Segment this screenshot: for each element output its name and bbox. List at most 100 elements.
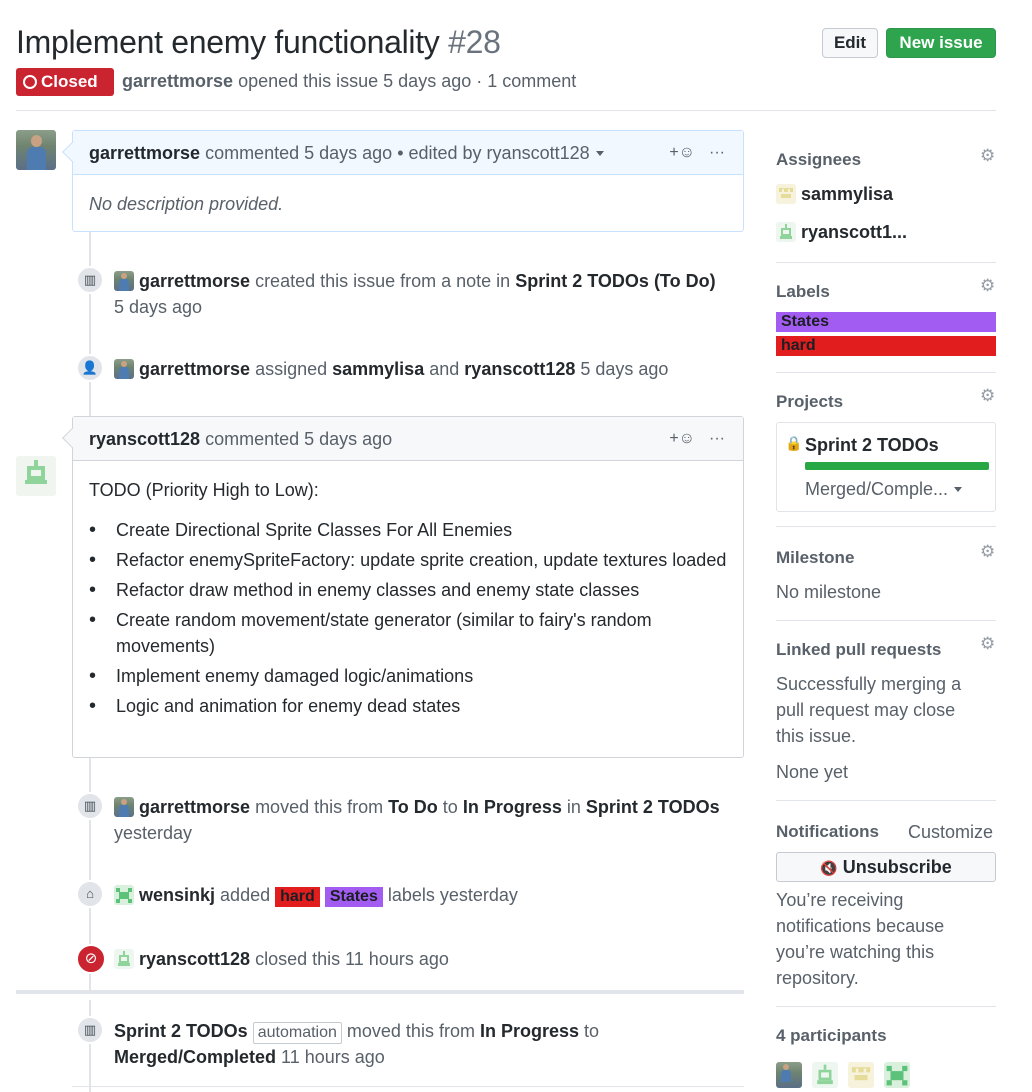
event-time[interactable]: 5 days ago bbox=[580, 359, 668, 379]
notifications-heading: Notifications bbox=[776, 822, 879, 841]
unsubscribe-button[interactable]: 🔇 Unsubscribe bbox=[776, 852, 996, 882]
participants-avatars bbox=[776, 1062, 915, 1089]
project-card[interactable]: 🔒 Sprint 2 TODOs Merged/Comple... bbox=[776, 422, 996, 512]
project-progress-track bbox=[805, 462, 989, 470]
assignee-link[interactable]: ryanscott128 bbox=[464, 359, 575, 379]
edited-by-menu[interactable]: • edited by ryanscott128 bbox=[397, 143, 604, 163]
gear-icon[interactable]: ⚙ bbox=[980, 386, 995, 406]
comment-arrow bbox=[62, 142, 82, 162]
event-time[interactable]: 11 hours ago bbox=[281, 1047, 385, 1067]
issue-closed-icon bbox=[23, 75, 37, 89]
comment-arrow bbox=[62, 428, 82, 448]
event-auto-moved-cont: Merged/Completed 11 hours ago bbox=[114, 1047, 385, 1067]
list-item: Logic and animation for enemy dead state… bbox=[89, 693, 727, 719]
avatar-mini[interactable] bbox=[114, 885, 134, 905]
comment-time: commented 5 days ago bbox=[205, 429, 393, 449]
event-actor-link[interactable]: garrettmorse bbox=[139, 797, 250, 817]
list-item: Refactor enemySpriteFactory: update spri… bbox=[89, 547, 727, 573]
project-link[interactable]: Sprint 2 TODOs bbox=[114, 1021, 248, 1041]
sidebar-divider bbox=[776, 1006, 996, 1007]
assignee-item[interactable]: sammylisa bbox=[776, 184, 893, 205]
gear-icon[interactable]: ⚙ bbox=[980, 634, 995, 654]
event-actor-link[interactable]: garrettmorse bbox=[139, 271, 250, 291]
assignee-name: sammylisa bbox=[801, 184, 894, 204]
comment-header: garrettmorse commented 5 days ago • edit… bbox=[62, 131, 743, 175]
timeline-divider bbox=[72, 1086, 744, 1087]
issue-author-link[interactable]: garrettmorse bbox=[122, 71, 233, 91]
todo-list: Create Directional Sprite Classes For Al… bbox=[89, 517, 727, 719]
add-reaction-icon[interactable]: +☺ bbox=[669, 430, 695, 447]
project-status: Merged/Comple... bbox=[805, 479, 949, 499]
gear-icon[interactable]: ⚙ bbox=[980, 276, 995, 296]
event-assigned: garrettmorse assigned sammylisa and ryan… bbox=[114, 356, 668, 382]
avatar-mini[interactable] bbox=[114, 359, 134, 379]
list-item: Implement enemy damaged logic/animations bbox=[89, 663, 727, 689]
tag-icon: ⌂ bbox=[76, 880, 104, 908]
event-auto-moved: Sprint 2 TODOs automation moved this fro… bbox=[114, 1018, 599, 1044]
chevron-down-icon bbox=[954, 487, 963, 492]
sidebar-divider bbox=[776, 372, 996, 373]
project-status-select[interactable]: Merged/Comple... bbox=[805, 479, 963, 500]
assignee-name: ryanscott1... bbox=[801, 222, 908, 242]
event-actor-link[interactable]: garrettmorse bbox=[139, 359, 250, 379]
unsubscribe-label: Unsubscribe bbox=[842, 857, 952, 877]
project-column: (To Do) bbox=[653, 271, 716, 291]
comment-box: ryanscott128 commented 5 days ago +☺ ··· … bbox=[62, 416, 744, 758]
add-reaction-icon[interactable]: +☺ bbox=[669, 144, 695, 161]
more-options-icon[interactable]: ··· bbox=[709, 144, 725, 161]
participant-avatar[interactable] bbox=[812, 1062, 839, 1088]
participant-avatar[interactable] bbox=[884, 1062, 911, 1088]
assignee-item[interactable]: ryanscott1... bbox=[776, 222, 907, 243]
event-closed: ryanscott128 closed this 11 hours ago bbox=[114, 946, 449, 972]
projects-heading[interactable]: Projects bbox=[776, 392, 843, 412]
avatar-mini[interactable] bbox=[114, 271, 134, 291]
issue-opened-text: opened this issue 5 days ago · 1 comment bbox=[238, 71, 577, 91]
avatar-mini[interactable] bbox=[114, 797, 134, 817]
participants-heading: 4 participants bbox=[776, 1026, 887, 1045]
comment-author-link[interactable]: ryanscott128 bbox=[89, 429, 200, 449]
participant-avatar[interactable] bbox=[776, 1062, 802, 1088]
event-time[interactable]: yesterday bbox=[114, 820, 192, 846]
labels-heading[interactable]: Labels bbox=[776, 282, 830, 302]
sidebar-divider bbox=[776, 620, 996, 621]
chevron-down-icon bbox=[595, 151, 604, 156]
milestone-heading[interactable]: Milestone bbox=[776, 548, 854, 568]
new-issue-button[interactable]: New issue bbox=[886, 28, 996, 58]
comment-intro: TODO (Priority High to Low): bbox=[89, 480, 319, 500]
event-actor-link[interactable]: ryanscott128 bbox=[139, 949, 250, 969]
comment-body: No description provided. bbox=[89, 194, 284, 214]
comment-actions: +☺ ··· bbox=[655, 417, 725, 461]
event-actor-link[interactable]: wensinkj bbox=[139, 885, 215, 905]
avatar-garrettmorse[interactable] bbox=[16, 130, 56, 170]
linked-prs-heading[interactable]: Linked pull requests bbox=[776, 640, 941, 660]
project-name[interactable]: Sprint 2 TODOs bbox=[805, 435, 939, 456]
issue-title-text: Implement enemy functionality bbox=[16, 24, 440, 60]
avatar-ryanscott128[interactable] bbox=[16, 456, 56, 496]
label-hard[interactable]: hard bbox=[776, 336, 996, 356]
list-item: Create Directional Sprite Classes For Al… bbox=[89, 517, 727, 543]
assignees-heading[interactable]: Assignees bbox=[776, 150, 861, 170]
gear-icon[interactable]: ⚙ bbox=[980, 146, 995, 166]
project-link[interactable]: Sprint 2 TODOs bbox=[515, 271, 649, 291]
customize-link[interactable]: Customize bbox=[908, 822, 993, 843]
project-link[interactable]: Sprint 2 TODOs bbox=[586, 797, 720, 817]
event-created-time[interactable]: 5 days ago bbox=[114, 294, 202, 320]
event-moved: garrettmorse moved this from To Do to In… bbox=[114, 794, 720, 820]
lock-icon: 🔒 bbox=[785, 435, 803, 451]
sidebar-divider bbox=[776, 262, 996, 263]
comment-author-link[interactable]: garrettmorse bbox=[89, 143, 200, 163]
avatar-mini[interactable] bbox=[114, 949, 134, 969]
gear-icon[interactable]: ⚙ bbox=[980, 542, 995, 562]
participant-avatar[interactable] bbox=[848, 1062, 875, 1088]
project-icon: ▥ bbox=[76, 792, 104, 820]
project-icon: ▥ bbox=[76, 1016, 104, 1044]
assignee-link[interactable]: sammylisa bbox=[332, 359, 424, 379]
more-options-icon[interactable]: ··· bbox=[709, 430, 725, 447]
label-hard[interactable]: hard bbox=[275, 887, 320, 907]
label-states[interactable]: States bbox=[776, 312, 996, 332]
label-states[interactable]: States bbox=[324, 887, 383, 907]
event-labeled: wensinkj added hard States labels yester… bbox=[114, 882, 518, 908]
edit-button[interactable]: Edit bbox=[822, 28, 878, 58]
closed-icon: ⊘ bbox=[76, 944, 106, 974]
notification-reason: You’re receiving notifications because y… bbox=[776, 890, 945, 988]
